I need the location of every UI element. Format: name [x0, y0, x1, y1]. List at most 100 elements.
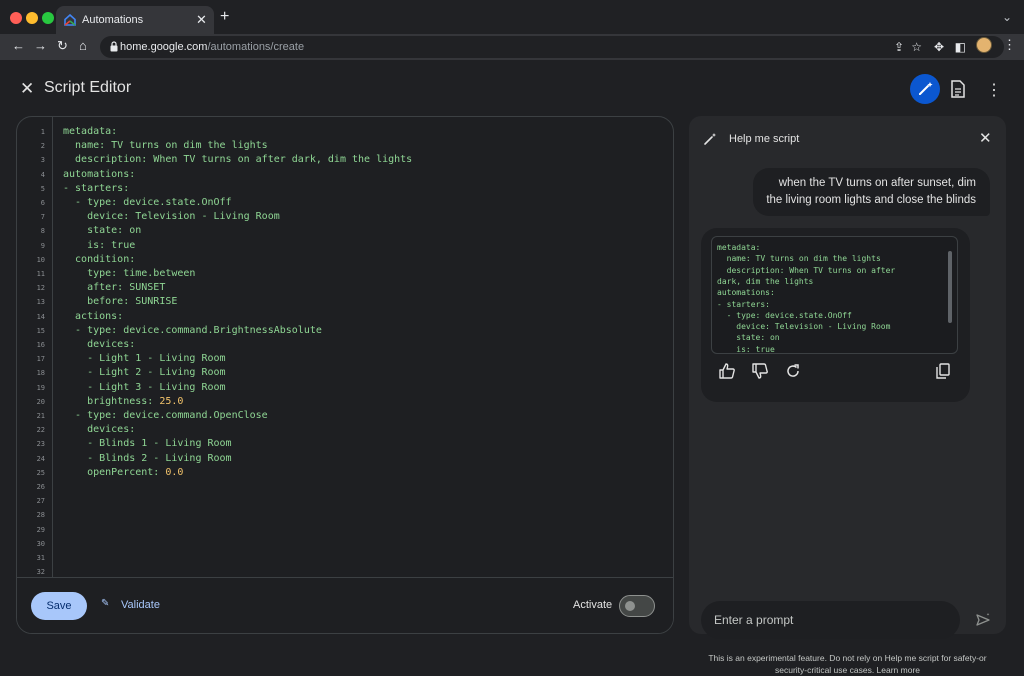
- profile-avatar[interactable]: [976, 37, 992, 53]
- line-number: 18: [36, 369, 45, 378]
- browser-menu-icon[interactable]: ⋮: [1003, 37, 1016, 53]
- code-line: 20 brightness: 25.0: [17, 395, 673, 409]
- code-text-content: - type: device.command.OpenClose: [63, 410, 268, 421]
- new-tab-button[interactable]: +: [220, 8, 229, 26]
- window-close-button[interactable]: [10, 12, 22, 24]
- code-line: 31: [17, 551, 673, 565]
- window-zoom-button[interactable]: [42, 12, 54, 24]
- editor-footer: Save ✎ Validate Activate: [17, 577, 673, 633]
- code-text: devices:: [63, 339, 135, 350]
- response-code-block[interactable]: metadata: name: TV turns on dim the ligh…: [711, 236, 958, 354]
- pen-sparkle-icon: [919, 82, 933, 95]
- code-text: is: true: [63, 240, 135, 251]
- save-button[interactable]: Save: [31, 592, 87, 620]
- code-line: 32: [17, 565, 673, 577]
- bookmark-star-icon[interactable]: ☆: [911, 40, 922, 54]
- document-icon[interactable]: [950, 80, 966, 98]
- activate-toggle[interactable]: [619, 595, 655, 617]
- code-text: - Blinds 1 - Living Room: [63, 438, 232, 449]
- back-arrow-icon[interactable]: ←: [12, 38, 25, 53]
- line-number: 22: [36, 426, 45, 435]
- extensions-icon[interactable]: ✥: [934, 40, 944, 54]
- thumbs-down-icon[interactable]: [751, 362, 769, 380]
- user-message-line: the living room lights and close the bli…: [766, 194, 976, 206]
- close-icon[interactable]: ✕: [20, 79, 34, 99]
- window-minimize-button[interactable]: [26, 12, 38, 24]
- code-line: 7 device: Television - Living Room: [17, 210, 673, 224]
- thumbs-up-icon[interactable]: [718, 362, 736, 380]
- tab-close-icon[interactable]: ✕: [196, 12, 207, 28]
- code-text-content: - Blinds 2 - Living Room: [63, 452, 232, 464]
- code-line: 13 before: SUNRISE: [17, 295, 673, 309]
- send-icon[interactable]: [975, 612, 991, 628]
- response-code-line: automations:: [717, 288, 775, 298]
- code-text: brightness: 25.0: [63, 396, 183, 407]
- prompt-input[interactable]: [701, 601, 960, 639]
- line-number: 17: [36, 355, 45, 364]
- forward-arrow-icon[interactable]: →: [34, 38, 47, 53]
- open-percent-value: 0.0: [165, 466, 184, 478]
- code-line: 18 - Light 2 - Living Room: [17, 366, 673, 380]
- line-number: 32: [36, 568, 45, 577]
- panel-close-icon[interactable]: ✕: [979, 129, 992, 147]
- code-text-content: metadata:: [63, 126, 118, 137]
- disclaimer-line[interactable]: security-critical use cases. Learn more: [697, 664, 998, 676]
- code-text: name: TV turns on dim the lights: [63, 140, 268, 151]
- reload-icon[interactable]: ↻: [57, 38, 68, 54]
- code-text: description: When TV turns on after dark…: [63, 154, 412, 165]
- code-text-content: - Light 3 - Living Room: [63, 381, 226, 393]
- home-icon[interactable]: ⌂: [79, 38, 87, 53]
- response-card: metadata: name: TV turns on dim the ligh…: [701, 228, 970, 402]
- code-line: 25 openPercent: 0.0: [17, 466, 673, 480]
- code-line: 3 description: When TV turns on after da…: [17, 153, 673, 167]
- code-line: 23 - Blinds 1 - Living Room: [17, 437, 673, 451]
- code-text-content: - Blinds 1 - Living Room: [63, 438, 232, 450]
- line-number: 11: [36, 270, 45, 278]
- code-text-content: - type: device.command.BrightnessAbsolut…: [63, 324, 322, 336]
- line-number: 26: [36, 483, 45, 491]
- line-number: 19: [36, 383, 45, 392]
- validate-button[interactable]: Validate: [121, 599, 160, 611]
- line-number: 30: [36, 539, 45, 548]
- browser-toolbar: ← → ↻ ⌂ home.google.com/automations/crea…: [0, 34, 1024, 60]
- code-line: 17 - Light 1 - Living Room: [17, 352, 673, 366]
- code-text: openPercent: 0.0: [63, 467, 183, 478]
- code-text-content: devices:: [63, 424, 136, 436]
- side-panel-icon[interactable]: ◧: [955, 40, 966, 54]
- line-number: 25: [36, 468, 45, 477]
- code-text: - type: device.state.OnOff: [63, 197, 232, 208]
- share-icon[interactable]: ⇪: [894, 40, 904, 54]
- help-me-script-toggle-button[interactable]: [910, 74, 940, 104]
- copy-icon[interactable]: [934, 362, 952, 380]
- help-me-script-panel: Help me script ✕ when the TV turns on af…: [689, 116, 1006, 675]
- code-line: 29: [17, 523, 673, 537]
- line-number: 29: [36, 525, 45, 534]
- code-line: 6 - type: device.state.OnOff: [17, 196, 673, 210]
- regenerate-icon[interactable]: [784, 362, 802, 380]
- code-text: - type: device.command.BrightnessAbsolut…: [63, 325, 322, 336]
- page-title: Script Editor: [44, 79, 132, 96]
- code-text: - type: device.command.OpenClose: [63, 410, 268, 421]
- more-vert-icon[interactable]: ⋮: [986, 80, 1002, 100]
- code-text-content: devices:: [63, 339, 136, 350]
- line-number: 31: [36, 554, 45, 562]
- code-text-content: - type: device.state.OnOff: [63, 197, 232, 208]
- google-home-icon: [64, 14, 76, 26]
- response-scrollbar[interactable]: [948, 251, 952, 323]
- script-editor-page: ✕ Script Editor ⋮ 1 metadata: 2 name: TV t…: [0, 60, 1024, 675]
- code-text-content: actions:: [63, 310, 124, 322]
- tab-search-chevron-icon[interactable]: ⌄: [1002, 10, 1012, 24]
- code-text: devices:: [63, 424, 135, 435]
- code-area[interactable]: 1 metadata: 2 name: TV turns on dim the li…: [17, 117, 673, 577]
- code-text-content: is: true: [63, 239, 136, 251]
- code-line: 1 metadata:: [17, 125, 673, 139]
- address-bar[interactable]: home.google.com/automations/create ⇪ ☆: [100, 36, 1004, 58]
- code-line: 27: [17, 494, 673, 508]
- code-text: condition:: [63, 254, 135, 265]
- code-text-content: condition:: [63, 253, 136, 265]
- line-number: 4: [40, 170, 45, 179]
- browser-tab-automations[interactable]: Automations ✕: [56, 6, 214, 34]
- response-code-line: description: When TV turns on after: [717, 265, 896, 275]
- code-text-content: automations:: [63, 168, 136, 180]
- response-code-line: dark, dim the lights: [717, 276, 814, 286]
